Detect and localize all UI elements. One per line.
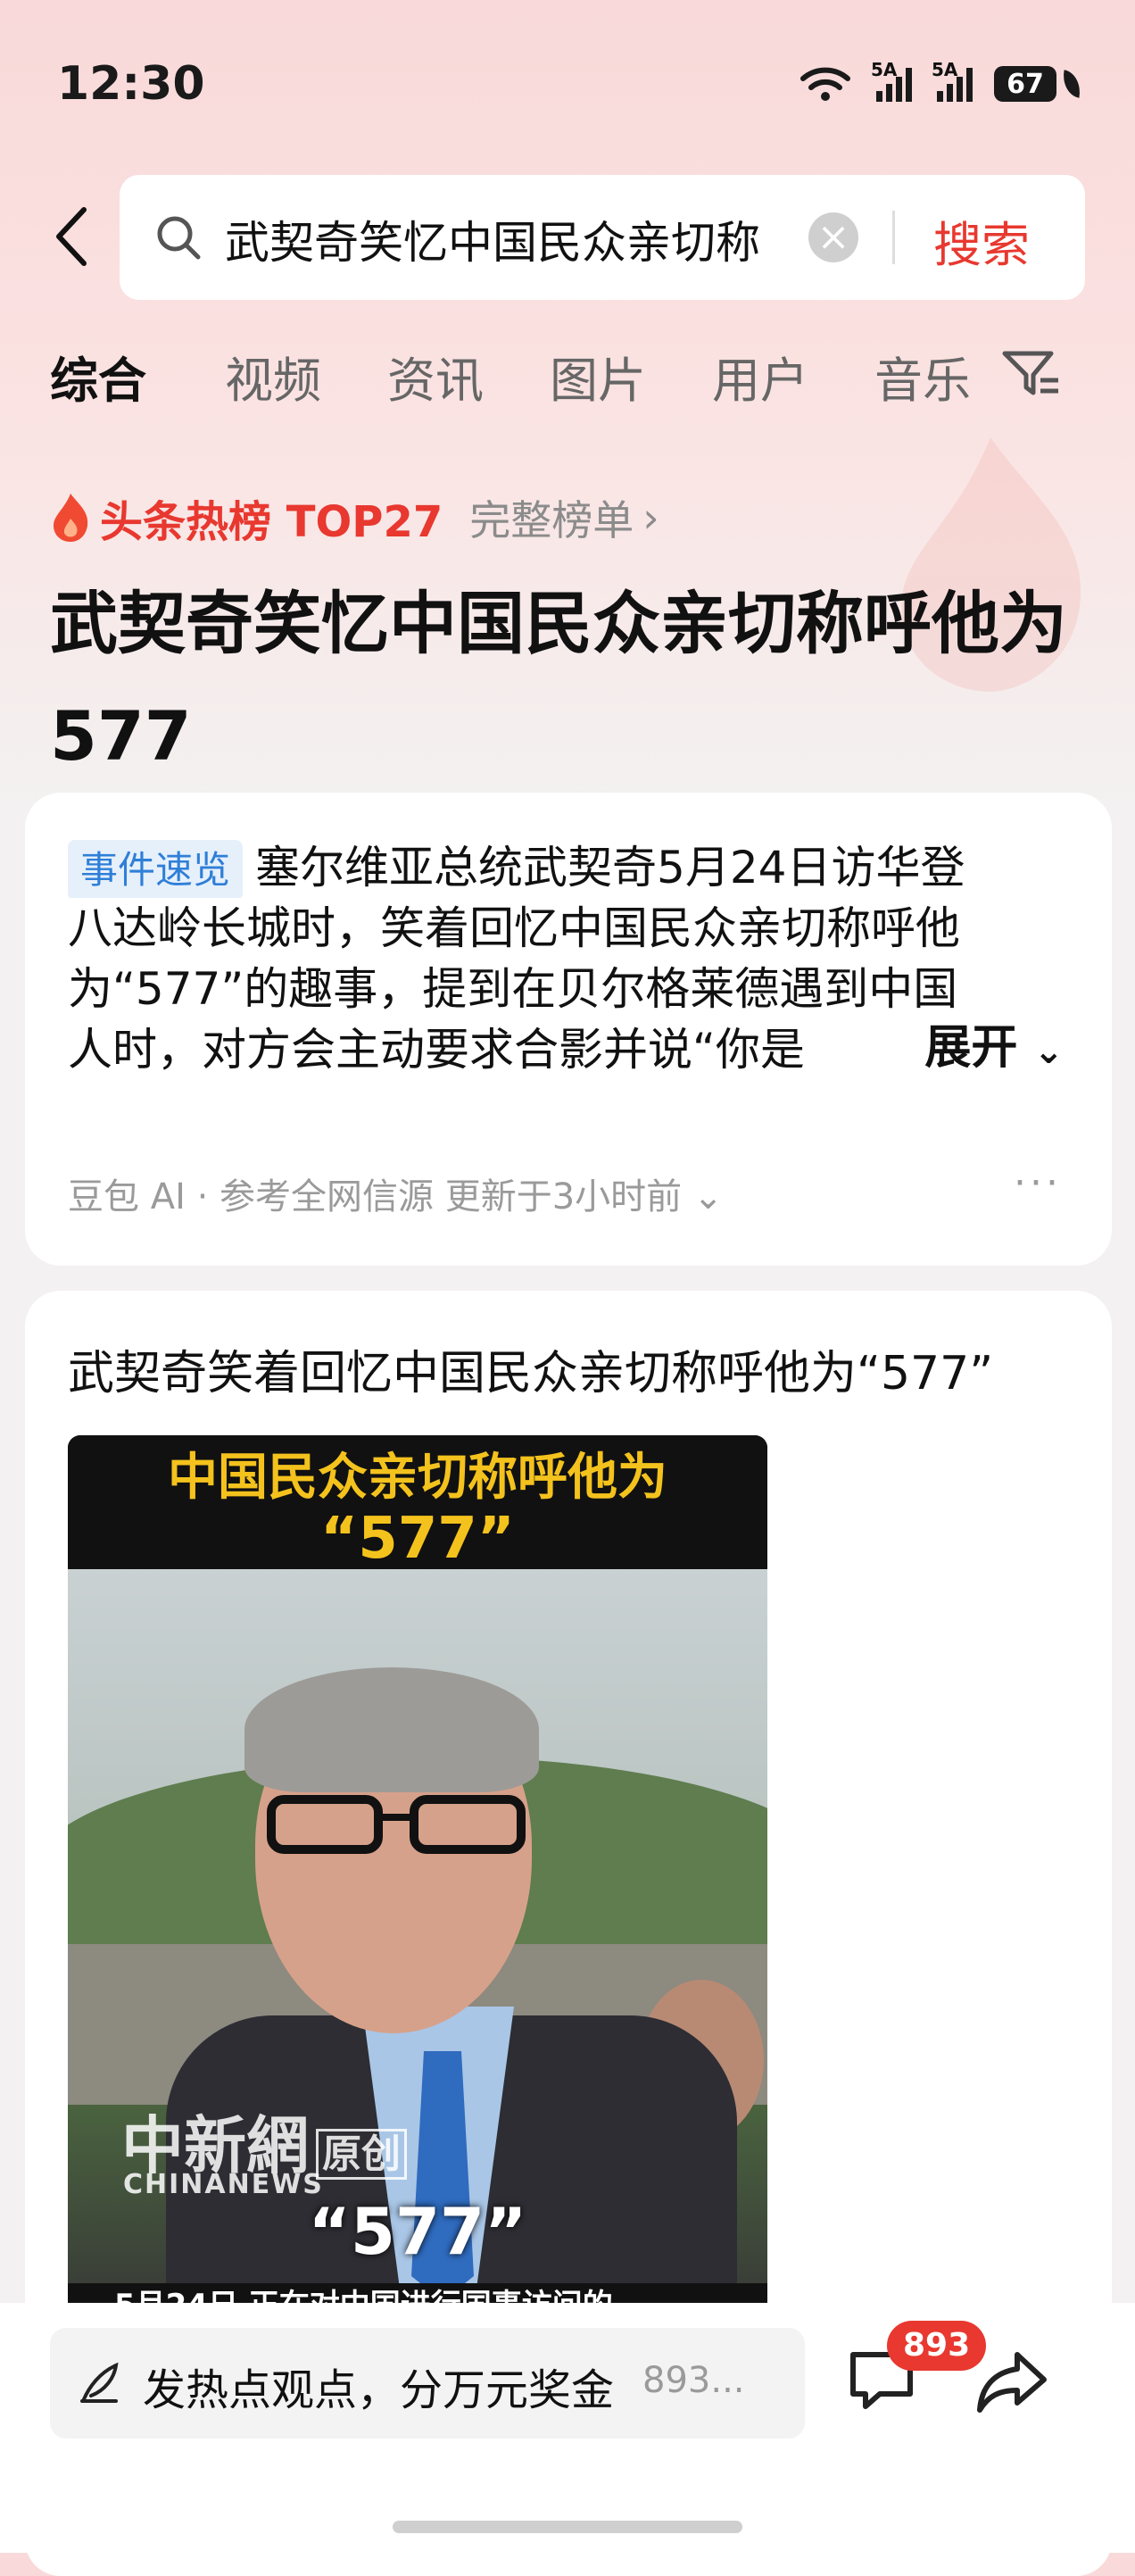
battery-level: 67 [994, 66, 1056, 102]
back-button[interactable] [36, 196, 107, 277]
glasses-shape [267, 1795, 526, 1854]
headline-line: 武契奇笑忆中国民众亲切称呼他为 [50, 584, 1067, 663]
full-list-link[interactable]: 完整榜单 [469, 488, 634, 547]
status-bar: 12:30 5A 5A 67 [0, 0, 1135, 170]
clear-icon[interactable]: × [808, 212, 858, 262]
flame-icon [54, 494, 88, 542]
hot-list-row[interactable]: 头条热榜 TOP27 完整榜单 › [50, 488, 659, 547]
status-time: 12:30 [57, 57, 205, 111]
home-indicator[interactable] [393, 2521, 742, 2533]
status-icons: 5A 5A 67 [799, 59, 1084, 104]
search-button[interactable]: 搜索 [933, 205, 1030, 276]
summary-meta[interactable]: 豆包 AI · 参考全网信源 更新于3小时前 ⌄ [68, 1168, 723, 1219]
leaf-icon [1059, 70, 1084, 98]
chevron-down-icon: ⌄ [692, 1176, 724, 1217]
more-icon[interactable]: ··· [1014, 1160, 1062, 1206]
headline-line: 577 [50, 696, 192, 776]
expand-button[interactable]: 展开 ⌄ [853, 1018, 1064, 1082]
signal-icon: 5A [932, 59, 973, 102]
chevron-down-icon: ⌄ [1033, 1031, 1064, 1072]
tab-comprehensive[interactable]: 综合 [50, 341, 146, 411]
search-box: 武契奇笑忆中国民众亲切称 × 搜索 [120, 175, 1085, 300]
wifi-icon [800, 67, 850, 101]
tab-bar: 综合 视频 资讯 图片 用户 音乐 [50, 341, 1085, 421]
comment-count-text: 893... [642, 2360, 745, 2401]
filter-icon[interactable] [1001, 346, 1062, 400]
event-tag: 事件速览 [68, 840, 244, 898]
video-title[interactable]: 武契奇笑着回忆中国民众亲切称呼他为“577” [68, 1335, 993, 1402]
comment-input[interactable]: 发热点观点，分万元奖金 893... [50, 2328, 805, 2439]
pen-icon [80, 2362, 119, 2403]
battery-icon: 67 [994, 66, 1084, 102]
hot-headline[interactable]: 武契奇笑忆中国民众亲切称呼他为 577 [50, 568, 1085, 793]
video-caption: 中国民众亲切称呼他为 “577” [68, 1435, 767, 1569]
share-icon[interactable] [974, 2344, 1049, 2419]
comment-placeholder: 发热点观点，分万元奖金 [143, 2365, 615, 2415]
video-thumbnail[interactable]: 中国民众亲切称呼他为 “577” 中新網原创 CHINANEWS “577” 5… [68, 1435, 767, 2328]
video-frame: 中新網 原创 CHINANEWS “577” [68, 1569, 767, 2283]
divider [892, 211, 895, 264]
comment-count-badge: 893 [887, 2321, 987, 2371]
tab-images[interactable]: 图片 [550, 341, 646, 411]
tab-music[interactable]: 音乐 [874, 341, 971, 411]
event-summary-card[interactable]: 事件速览 塞尔维亚总统武契奇5月24日访华登 八达岭长城时，笑着回忆中国民众亲切称… [25, 793, 1112, 1266]
chevron-right-icon: › [642, 494, 659, 542]
tab-video[interactable]: 视频 [225, 341, 321, 411]
chevron-left-icon [56, 207, 87, 266]
search-icon [157, 216, 201, 260]
bottom-bar: 发热点观点，分万元奖金 893... 893 [0, 2303, 1135, 2553]
signal-icon: 5A [871, 59, 912, 102]
summary-text: 事件速览 塞尔维亚总统武契奇5月24日访华登 八达岭长城时，笑着回忆中国民众亲切称… [68, 837, 1081, 1082]
tab-users[interactable]: 用户 [712, 341, 808, 411]
tab-news[interactable]: 资讯 [387, 341, 484, 411]
hot-rank-label: 头条热榜 TOP27 [100, 497, 443, 547]
video-overlay-text: “577” [308, 2194, 527, 2269]
